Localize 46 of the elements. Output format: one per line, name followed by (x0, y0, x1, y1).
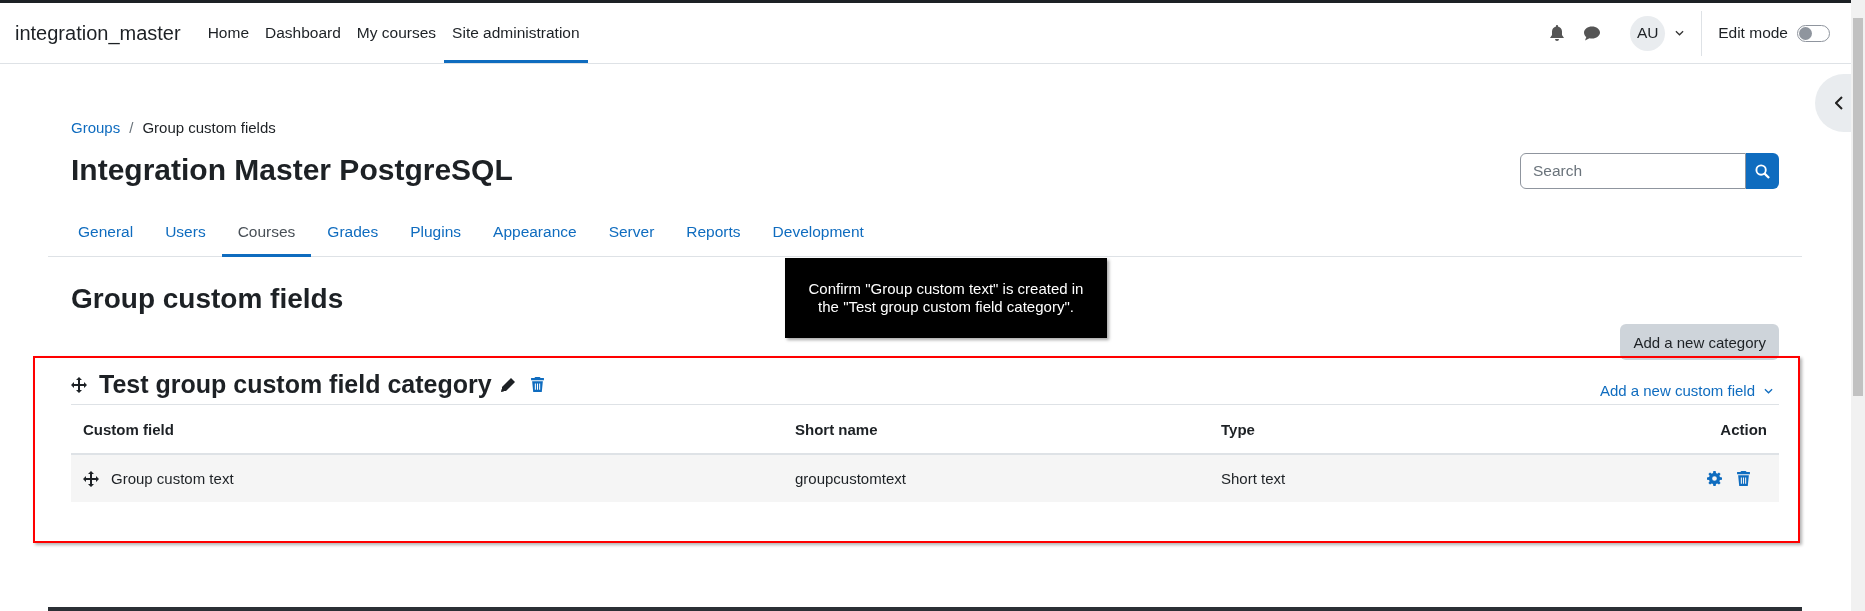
nav-link[interactable]: My courses (348, 6, 445, 63)
add-category-button[interactable]: Add a new category (1620, 324, 1779, 360)
page-title: Integration Master PostgreSQL (71, 153, 514, 187)
trash-icon[interactable] (529, 376, 545, 393)
bell-icon[interactable] (1550, 25, 1565, 41)
table-cell: Short text (1221, 470, 1286, 487)
search-button[interactable] (1746, 153, 1779, 189)
tooltip: Confirm "Group custom text" is created in the "Test group custom field category". (785, 258, 1107, 338)
nav-link[interactable]: Site administration (444, 6, 588, 63)
scrollbar-thumb[interactable] (1853, 18, 1863, 396)
drawer-toggle-button[interactable] (1815, 74, 1851, 132)
edit-mode-toggle[interactable] (1797, 24, 1830, 42)
admin-tab[interactable]: Grades (311, 213, 395, 257)
nav-link[interactable]: Home (199, 6, 257, 63)
scrollbar[interactable] (1851, 0, 1865, 611)
admin-tab[interactable]: Courses (221, 213, 312, 257)
category-name: Test group custom field category (99, 370, 492, 399)
gear-icon[interactable] (1707, 470, 1722, 487)
admin-tab[interactable]: Development (756, 213, 880, 257)
pencil-icon[interactable] (499, 376, 516, 393)
breadcrumb-link[interactable]: Groups (71, 119, 121, 136)
caret-icon[interactable] (1675, 30, 1685, 36)
admin-tab[interactable]: Users (149, 213, 222, 257)
search-icon (1755, 163, 1770, 179)
chevron-left-icon (1835, 96, 1843, 110)
site-name[interactable]: integration_master (15, 21, 181, 45)
breadcrumb-separator: / (129, 119, 134, 136)
table-cell: groupcustomtext (795, 470, 906, 487)
caret-icon (1764, 387, 1773, 394)
breadcrumb-current: Group custom fields (142, 119, 276, 136)
section-heading: Group custom fields (71, 283, 344, 315)
user-avatar[interactable]: AU (1630, 15, 1666, 51)
move-icon[interactable] (83, 470, 99, 487)
move-icon[interactable] (71, 376, 87, 393)
trash-icon[interactable] (1736, 470, 1751, 487)
admin-tab[interactable]: General (62, 213, 150, 257)
admin-tab[interactable]: Server (592, 213, 671, 257)
table-cell: Group custom text (111, 470, 234, 487)
edit-mode-label: Edit mode (1718, 24, 1788, 42)
admin-tab[interactable]: Reports (670, 213, 757, 257)
admin-tab[interactable]: Appearance (477, 213, 593, 257)
search-field[interactable]: Search (1520, 153, 1746, 189)
admin-tab[interactable]: Plugins (394, 213, 478, 257)
chat-bubble-icon[interactable] (1584, 25, 1601, 41)
add-custom-field-link[interactable]: Add a new custom field (1599, 382, 1779, 399)
nav-link[interactable]: Dashboard (257, 6, 349, 63)
